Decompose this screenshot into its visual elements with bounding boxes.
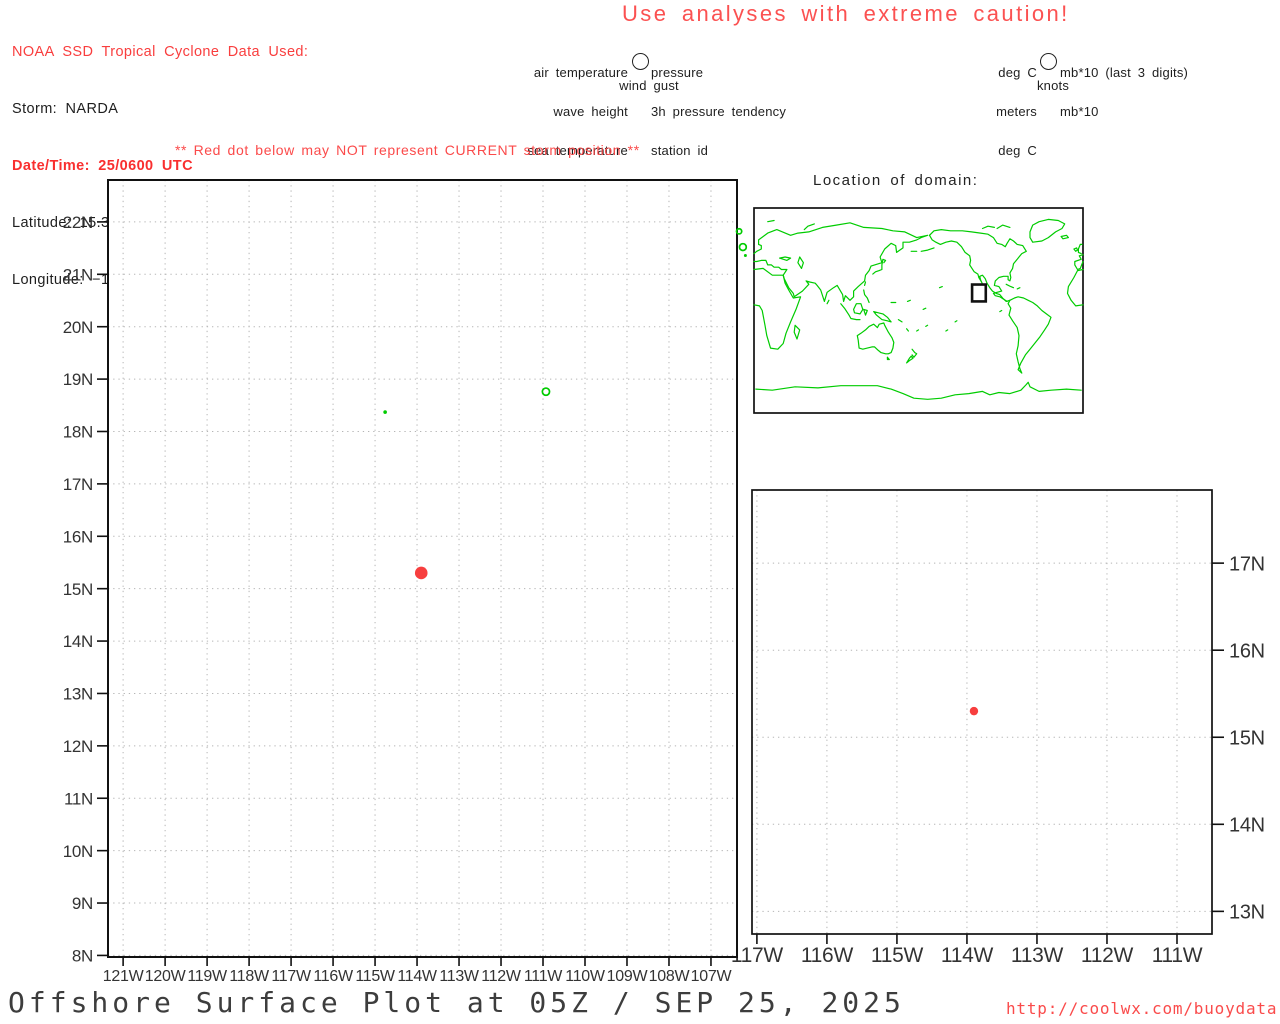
main-map-x-tick-label: 108W	[649, 968, 691, 985]
zoom-map-y-tick-label: 15N	[1229, 727, 1265, 749]
main-map-y-tick-label: 8N	[72, 947, 93, 966]
main-map-y-tick-label: 21N	[63, 265, 93, 284]
main-map-x-tick-label: 110W	[565, 968, 606, 985]
main-map-x-tick-label: 114W	[397, 968, 438, 985]
main-map-x-tick-label: 109W	[607, 968, 649, 985]
islas-marias-south	[743, 253, 747, 257]
zoom-map-x-tick-label: 116W	[801, 944, 854, 967]
storm-position-dot	[414, 566, 428, 580]
islas-marias-middle	[738, 242, 748, 252]
main-map-y-tick-label: 22N	[63, 213, 93, 232]
zoom-map-x-tick-label: 112W	[1081, 944, 1134, 967]
main-map-y-tick-label: 12N	[63, 737, 93, 756]
main-map-y-tick-label: 19N	[63, 370, 93, 389]
storm-position-dot	[969, 706, 979, 716]
main-map-x-tick-label: 115W	[355, 968, 396, 985]
main-map-x-tick-label: 120W	[145, 968, 187, 985]
plot-canvas: 117W 116W 115W 114W 113W 112W 111W13N14N15N16N…	[63, 179, 1265, 985]
main-map-y-tick-label: 9N	[72, 894, 93, 913]
main-map-x-tick-label: 117W	[271, 968, 312, 985]
main-map-x-tick-label: 118W	[229, 968, 270, 985]
main-map-x-tick-label: 116W	[313, 968, 354, 985]
main-map-y-tick-label: 10N	[63, 842, 93, 861]
main-map-x-tick-label: 112W	[481, 968, 522, 985]
main-map-y-tick-label: 18N	[63, 423, 93, 442]
main-map-y-tick-label: 11N	[64, 789, 93, 808]
zoom-map-x-tick-label: 111W	[1152, 944, 1203, 967]
zoom-map-x-tick-label: 117W	[731, 944, 784, 967]
zoom-map-y-tick-label: 17N	[1229, 553, 1265, 575]
zoom-map-border	[751, 489, 1213, 935]
main-map-y-tick-label: 15N	[63, 580, 93, 599]
main-map-x-tick-label: 113W	[439, 968, 480, 985]
zoom-map-x-tick-label: 114W	[941, 944, 994, 967]
zoom-map-x-tick-label: 115W	[871, 944, 924, 967]
clarion-island	[383, 410, 387, 414]
main-map-x-tick-label: 119W	[187, 968, 228, 985]
main-map-y-tick-label: 17N	[63, 475, 93, 494]
zoom-map-x-tick-label: 113W	[1011, 944, 1064, 967]
main-map-x-tick-label: 107W	[691, 968, 733, 985]
main-map-y-tick-label: 20N	[63, 318, 93, 337]
zoom-map-y-tick-label: 13N	[1229, 902, 1265, 924]
main-map-x-tick-label: 121W	[103, 968, 145, 985]
zoom-map-y-tick-label: 16N	[1229, 640, 1265, 662]
main-map-y-tick-label: 13N	[63, 685, 93, 704]
main-map-y-tick-label: 16N	[63, 527, 93, 546]
main-map-y-tick-label: 14N	[63, 632, 93, 651]
main-map-x-tick-label: 111W	[524, 968, 563, 985]
islas-marias-north	[735, 227, 743, 235]
zoom-map-y-tick-label: 14N	[1229, 815, 1265, 837]
